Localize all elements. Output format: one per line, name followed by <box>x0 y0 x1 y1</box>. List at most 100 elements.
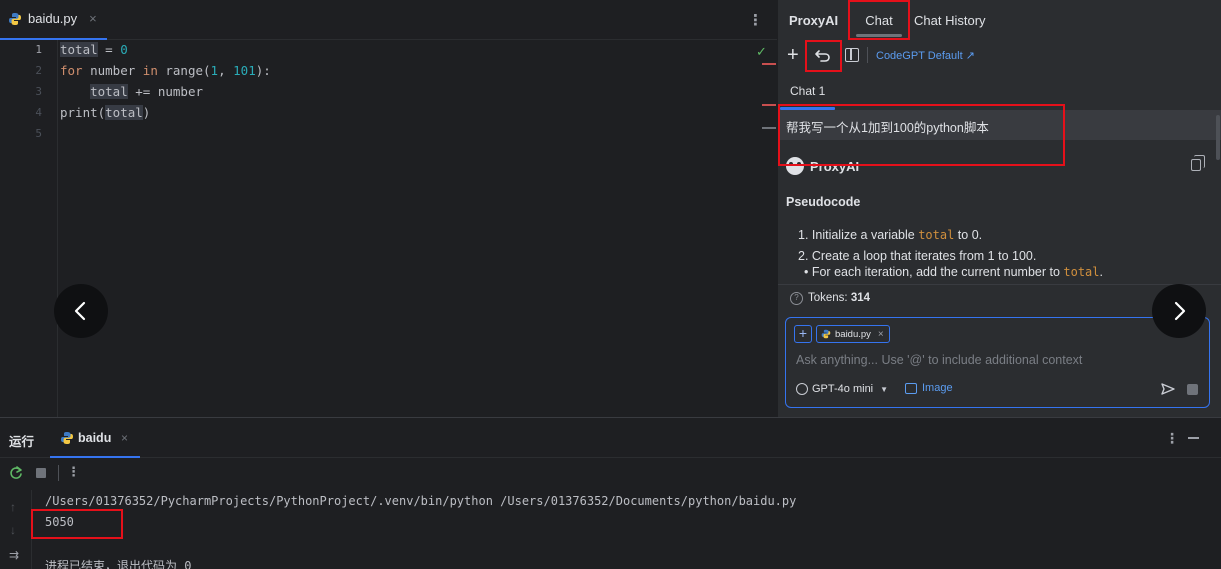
line-number: 5 <box>35 127 42 140</box>
proxyai-panel: ProxyAI Chat Chat History + CodeGPT Defa… <box>777 0 1221 417</box>
scroll-down-icon[interactable]: ↓ <box>10 523 16 537</box>
tokens-value: 314 <box>850 292 871 304</box>
code-token: total <box>105 105 143 120</box>
soft-wrap-icon[interactable]: ⇉ <box>9 548 19 562</box>
panel-scrollbar[interactable] <box>1216 115 1220 160</box>
chevron-right-icon <box>1174 301 1186 321</box>
line-number: 4 <box>35 106 42 119</box>
line-number: 1 <box>35 43 42 56</box>
reply-text: to 0. <box>954 228 983 242</box>
scroll-up-icon[interactable]: ↑ <box>10 500 16 514</box>
code-token: = <box>97 42 121 57</box>
code-line-4[interactable]: print(total) <box>60 103 150 123</box>
console-line-exit: 进程已结束，退出代码为 0 <box>45 559 192 569</box>
undo-icon[interactable] <box>812 44 834 66</box>
code-line-2[interactable]: for number in range(1, 101): <box>60 61 271 81</box>
code-token: 0 <box>120 42 128 57</box>
editor-tab-close-icon[interactable]: × <box>89 11 97 26</box>
editor-more-icon[interactable]: ⋮ <box>748 11 763 29</box>
code-token: print( <box>60 105 106 120</box>
line-number: 2 <box>35 64 42 77</box>
code-line-3[interactable]: total += number <box>60 82 203 102</box>
python-file-icon <box>9 12 21 25</box>
code-token: for <box>60 63 83 78</box>
code-token: number <box>82 63 143 78</box>
chip-close-icon[interactable]: × <box>878 329 884 340</box>
model-selector[interactable]: GPT-4o mini ▼ <box>796 383 888 395</box>
tab-chat-history[interactable]: Chat History <box>914 13 986 28</box>
chevron-left-icon <box>74 301 86 321</box>
previous-arrow-button[interactable] <box>54 284 108 338</box>
code-token: ) <box>142 105 151 120</box>
proxyai-avatar-icon <box>786 157 804 175</box>
reply-text: . <box>1099 265 1103 279</box>
reply-text: 1. Initialize a variable <box>798 228 919 242</box>
add-context-button[interactable]: + <box>794 325 812 343</box>
chat-input-placeholder[interactable]: Ask anything... Use '@' to include addit… <box>796 353 1082 367</box>
user-message-text: 帮我写一个从1加到100的python脚本 <box>786 121 989 135</box>
new-chat-plus-icon[interactable]: + <box>787 44 799 66</box>
code-token: += number <box>127 84 204 99</box>
tab-chat-1[interactable]: Chat 1 <box>778 76 836 110</box>
run-toolbar: ⋮ <box>0 459 1221 487</box>
code-token: range( <box>157 63 211 78</box>
tab-chat-label: Chat <box>865 12 893 28</box>
run-tab-close-icon[interactable]: × <box>121 431 128 445</box>
line-number: 3 <box>35 85 42 98</box>
run-side-toolbar: ↑ ↓ ⇉ <box>0 490 32 569</box>
line-number-gutter: 1 2 3 4 5 <box>0 40 58 417</box>
code-token: ): <box>255 63 271 78</box>
openai-icon <box>796 383 808 395</box>
reply-text: • For each iteration, add the current nu… <box>804 265 1064 279</box>
next-arrow-button[interactable] <box>1152 284 1206 338</box>
scrollbar-marker <box>762 104 776 106</box>
reply-author: ProxyAI <box>810 159 860 174</box>
inline-code: total <box>918 228 955 242</box>
stop-run-icon[interactable] <box>36 468 46 478</box>
code-token: in <box>142 63 158 78</box>
rerun-icon[interactable] <box>8 465 24 481</box>
editor-tab-bar: baidu.py × ⋮ <box>0 0 777 40</box>
code-token: , <box>218 63 234 78</box>
tokens-count: Tokens: 314 <box>808 292 870 304</box>
reply-step: 2. Create a loop that iterates from 1 to… <box>798 249 1037 263</box>
send-icon[interactable] <box>1160 381 1176 397</box>
inspection-ok-icon[interactable]: ✓ <box>756 44 767 60</box>
context-file-label: baidu.py <box>835 328 871 340</box>
tokens-label: Tokens: <box>808 292 851 304</box>
toolbar-separator <box>58 465 59 481</box>
reply-step: 1. Initialize a variable total to 0. <box>798 228 982 242</box>
attach-image-button[interactable]: Image <box>905 382 953 394</box>
stop-icon[interactable] <box>1187 384 1198 395</box>
run-tab-baidu[interactable]: baidu × <box>50 418 140 458</box>
chat-input-box[interactable]: + baidu.py × Ask anything... Use '@' to … <box>785 317 1210 408</box>
copy-icon[interactable] <box>1191 155 1205 171</box>
context-file-chip[interactable]: baidu.py × <box>816 325 890 343</box>
run-tab-label: baidu <box>78 431 112 445</box>
tab-chat[interactable]: Chat <box>848 0 910 40</box>
run-more-icon[interactable]: ⋮ <box>1165 430 1179 447</box>
run-tab-underline <box>50 456 140 458</box>
reply-heading: Pseudocode <box>786 195 861 209</box>
code-line-1[interactable]: total = 0 <box>60 40 128 60</box>
code-token: total <box>90 84 128 99</box>
help-icon[interactable]: ? <box>790 292 803 305</box>
code-token: 101 <box>233 63 256 78</box>
split-view-icon[interactable] <box>845 48 859 62</box>
console-line-output: 5050 <box>45 515 74 529</box>
model-label: GPT-4o mini <box>812 383 874 395</box>
tab-chat-underline <box>856 34 902 37</box>
panel-toolbar: + CodeGPT Default ↗ <box>778 42 1221 70</box>
editor-tab-baidu-py[interactable]: baidu.py × <box>0 0 107 40</box>
image-label: Image <box>922 382 953 394</box>
model-settings-link[interactable]: CodeGPT Default ↗ <box>876 49 975 62</box>
toolbar-separator <box>867 47 868 63</box>
run-options-icon[interactable]: ⋮ <box>67 464 80 480</box>
scrollbar-marker <box>762 63 776 65</box>
chat-tab-label: Chat 1 <box>790 84 826 98</box>
run-title: 运行 <box>9 435 35 449</box>
console-line-command: /Users/01376352/PycharmProjects/PythonPr… <box>45 494 797 508</box>
assistant-reply: ProxyAI Pseudocode 1. Initialize a varia… <box>778 142 1221 284</box>
minimize-icon[interactable] <box>1188 437 1199 439</box>
image-icon <box>905 382 917 394</box>
